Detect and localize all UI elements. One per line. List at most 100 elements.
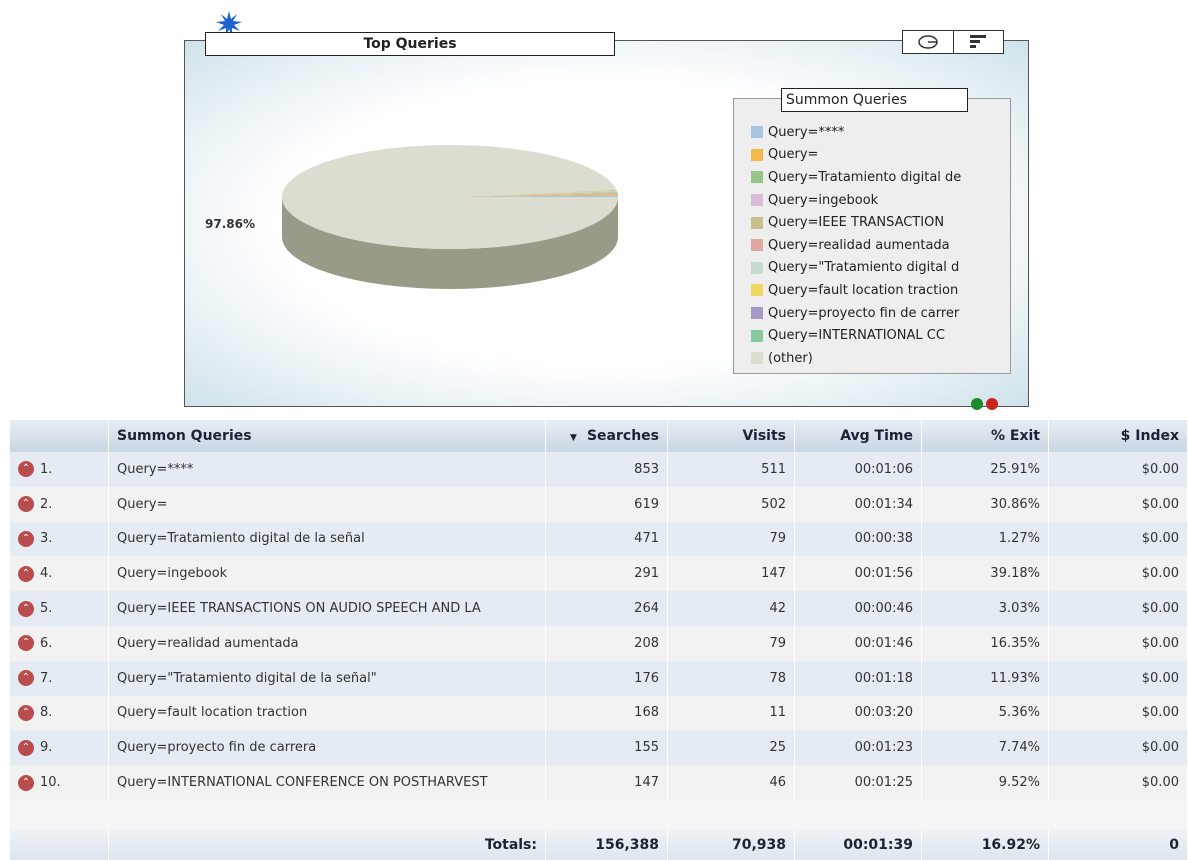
- query-cell: Query=proyecto fin de carrera: [108, 730, 546, 766]
- avg-time-cell: 00:01:56: [794, 556, 922, 592]
- status-dots: [971, 398, 998, 410]
- query-cell-text[interactable]: Query=realidad aumentada: [117, 636, 299, 651]
- avg-time-cell: 00:01:25: [794, 765, 922, 800]
- double-chevron-up-icon[interactable]: ⌃: [18, 565, 34, 582]
- avg-time-cell-text: 00:01:06: [854, 461, 913, 477]
- table-row[interactable]: ⌃ 10. Query=INTERNATIONAL CONFERENCE ON PO…: [10, 765, 1188, 800]
- col-exit[interactable]: % Exit: [921, 420, 1049, 452]
- bar-chart-icon[interactable]: [954, 31, 1004, 53]
- query-cell-text[interactable]: Query=****: [117, 462, 193, 477]
- col-avg-time[interactable]: Avg Time: [794, 420, 922, 452]
- exit-cell-text: 30.86%: [990, 496, 1040, 512]
- panel-title: Top Queries: [205, 32, 615, 56]
- legend-label: Query=realidad aumentada: [768, 237, 950, 253]
- double-chevron-up-icon[interactable]: ⌃: [18, 461, 34, 478]
- index-cell: $0.00: [1048, 765, 1188, 800]
- table-row[interactable]: ⌃ 6. Query=realidad aumentada 208 79 00:01:46…: [10, 625, 1188, 661]
- table-row[interactable]: ⌃ 7. Query="Tratamiento digital de la seña…: [10, 660, 1188, 696]
- query-cell-text[interactable]: Query=proyecto fin de carrera: [117, 740, 316, 755]
- exit-cell: 9.52%: [921, 765, 1049, 800]
- table-row[interactable]: ⌃ 3. Query=Tratamiento digital de la señal…: [10, 521, 1188, 557]
- double-chevron-up-icon[interactable]: ⌃: [18, 600, 34, 617]
- double-chevron-up-icon[interactable]: ⌃: [18, 704, 34, 721]
- exit-cell: 3.03%: [921, 591, 1049, 626]
- double-chevron-up-icon[interactable]: ⌃: [18, 530, 34, 547]
- double-chevron-up-icon[interactable]: ⌃: [18, 774, 34, 791]
- searches-cell: 176: [545, 660, 668, 696]
- table-row[interactable]: ⌃ 1. Query=**** 853 511 00:01:06 25.91% $0.00: [10, 452, 1188, 487]
- legend-label: Query=INTERNATIONAL CC: [768, 328, 945, 344]
- col-searches[interactable]: ▼ Searches: [545, 420, 668, 452]
- visits-cell-text: 25: [769, 740, 786, 756]
- exit-cell: 7.74%: [921, 730, 1049, 766]
- rank-cell: ⌃ 9.: [10, 730, 109, 766]
- query-cell-text[interactable]: Query=ingebook: [117, 566, 227, 581]
- query-cell: Query="Tratamiento digital de la señal": [108, 660, 546, 696]
- double-chevron-up-icon[interactable]: ⌃: [18, 670, 34, 687]
- avg-time-cell-text: 00:00:38: [854, 531, 913, 547]
- col-query[interactable]: Summon Queries: [108, 420, 546, 452]
- rank-number: 5.: [40, 601, 53, 617]
- searches-cell-text: 176: [634, 670, 659, 686]
- table-row[interactable]: ⌃ 5. Query=IEEE TRANSACTIONS ON AUDIO SPEE…: [10, 591, 1188, 626]
- exit-cell: 39.18%: [921, 556, 1049, 592]
- avg-time-cell: 00:00:46: [794, 591, 922, 626]
- exit-cell-text: 7.74%: [998, 740, 1040, 756]
- col-visits[interactable]: Visits: [667, 420, 795, 452]
- red-status-icon: [986, 398, 998, 410]
- legend-item: Query=IEEE TRANSACTION: [751, 211, 1009, 234]
- avg-time-cell-text: 00:01:18: [854, 670, 913, 686]
- visits-cell-text: 78: [769, 670, 786, 686]
- avg-time-cell: 00:00:38: [794, 521, 922, 557]
- legend-item: (other): [751, 347, 1009, 370]
- query-cell-text[interactable]: Query="Tratamiento digital de la señal": [117, 671, 377, 686]
- query-cell: Query=****: [108, 452, 546, 487]
- searches-cell: 147: [545, 765, 668, 800]
- table-spacer-row: [10, 799, 1188, 830]
- query-cell-text[interactable]: Query=fault location traction: [117, 705, 307, 720]
- rank-number: 2.: [40, 496, 53, 512]
- col-query-label: Summon Queries: [117, 428, 252, 444]
- legend-swatch: [751, 148, 763, 161]
- query-cell: Query=INTERNATIONAL CONFERENCE ON POSTHA…: [108, 765, 546, 800]
- table-row[interactable]: ⌃ 4. Query=ingebook 291 147 00:01:56 39.18% $0.…: [10, 556, 1188, 592]
- index-cell: $0.00: [1048, 695, 1188, 731]
- index-cell: $0.00: [1048, 730, 1188, 766]
- table-row[interactable]: ⌃ 9. Query=proyecto fin de carrera 155 25 00:…: [10, 730, 1188, 766]
- rank-cell: ⌃ 7.: [10, 660, 109, 696]
- pie-svg: [282, 144, 618, 289]
- legend-label: Query=IEEE TRANSACTION: [768, 215, 945, 231]
- query-cell: Query=realidad aumentada: [108, 625, 546, 661]
- rank-cell: ⌃ 5.: [10, 591, 109, 626]
- query-cell-text[interactable]: Query=: [117, 497, 167, 512]
- pie-chart-icon[interactable]: [903, 31, 954, 53]
- legend-label: (other): [768, 350, 813, 366]
- double-chevron-up-icon[interactable]: ⌃: [18, 635, 34, 652]
- avg-time-cell-text: 00:01:56: [854, 566, 913, 582]
- table-row[interactable]: ⌃ 2. Query= 619 502 00:01:34 30.86% $0.00: [10, 486, 1188, 522]
- searches-cell: 208: [545, 625, 668, 661]
- exit-cell-text: 25.91%: [990, 461, 1040, 477]
- query-cell-text[interactable]: Query=IEEE TRANSACTIONS ON AUDIO SPEECH …: [117, 601, 481, 616]
- searches-cell-text: 155: [634, 740, 659, 756]
- legend-swatch: [751, 171, 763, 184]
- legend-label: Query=proyecto fin de carrer: [768, 305, 960, 321]
- col-index[interactable]: $ Index: [1048, 420, 1188, 452]
- query-cell-text[interactable]: Query=INTERNATIONAL CONFERENCE ON POSTHA…: [117, 775, 488, 790]
- avg-time-cell: 00:01:18: [794, 660, 922, 696]
- visits-cell: 147: [667, 556, 795, 592]
- spacer-cell: [10, 799, 1188, 830]
- searches-cell-text: 147: [634, 775, 659, 791]
- query-cell-text[interactable]: Query=Tratamiento digital de la señal: [117, 531, 365, 546]
- double-chevron-up-icon[interactable]: ⌃: [18, 496, 34, 513]
- index-cell-text: $0.00: [1141, 531, 1179, 547]
- avg-time-cell-text: 00:01:46: [854, 635, 913, 651]
- double-chevron-up-icon[interactable]: ⌃: [18, 739, 34, 756]
- index-cell-text: $0.00: [1141, 635, 1179, 651]
- index-cell-text: $0.00: [1141, 775, 1179, 791]
- table-row[interactable]: ⌃ 8. Query=fault location traction 168 11 00:…: [10, 695, 1188, 731]
- exit-cell-text: 9.52%: [998, 775, 1040, 791]
- exit-cell: 25.91%: [921, 452, 1049, 487]
- avg-time-cell-text: 00:00:46: [854, 601, 913, 617]
- visits-cell: 511: [667, 452, 795, 487]
